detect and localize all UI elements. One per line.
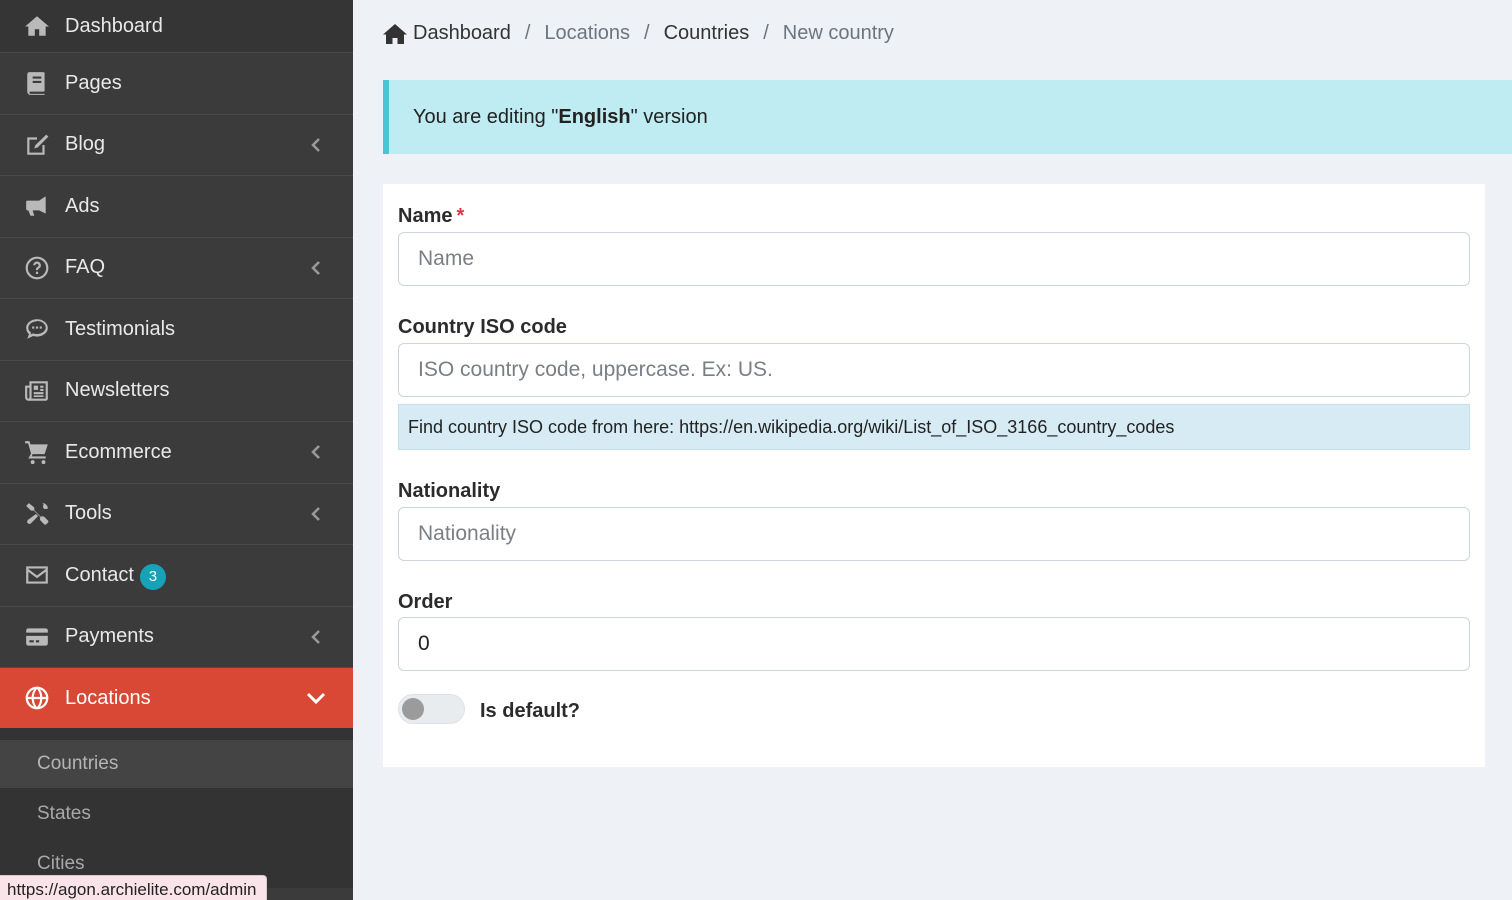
iso-code-input[interactable] <box>398 343 1470 397</box>
breadcrumb-locations[interactable]: Locations <box>544 22 630 45</box>
nationality-label: Nationality <box>398 480 501 502</box>
sidebar-item-faq[interactable]: FAQ <box>0 238 353 299</box>
iso-code-label: Country ISO code <box>398 316 567 338</box>
chevron-left-icon <box>309 259 323 277</box>
sidebar-item-blog[interactable]: Blog <box>0 115 353 176</box>
order-label: Order <box>398 591 453 613</box>
name-label: Name * <box>398 205 465 227</box>
submenu-item-states[interactable]: States <box>0 790 353 838</box>
shopping-cart-icon <box>24 439 50 465</box>
alert-prefix: You are editing " <box>413 105 559 128</box>
question-circle-icon <box>24 255 50 281</box>
sidebar-item-label: Locations <box>65 686 151 709</box>
bullhorn-icon <box>24 193 50 219</box>
sidebar-item-ads[interactable]: Ads <box>0 176 353 238</box>
breadcrumb-separator: / <box>763 22 769 44</box>
breadcrumb-dashboard[interactable]: Dashboard <box>413 22 511 45</box>
breadcrumb-separator: / <box>644 22 650 44</box>
sidebar-item-tools[interactable]: Tools <box>0 484 353 545</box>
tools-icon <box>24 501 50 527</box>
book-icon <box>24 70 50 96</box>
breadcrumb-current: New country <box>782 22 894 44</box>
credit-card-icon <box>24 624 50 650</box>
sidebar-item-label: FAQ <box>65 256 106 279</box>
chevron-left-icon <box>309 136 323 154</box>
home-icon <box>383 23 407 45</box>
breadcrumb-countries[interactable]: Countries <box>664 22 750 45</box>
chevron-left-icon <box>309 443 323 461</box>
sidebar-item-label: Payments <box>65 625 154 648</box>
breadcrumb-separator: / <box>524 22 531 44</box>
globe-icon <box>24 685 50 711</box>
breadcrumb: Dashboard / Locations / Countries / New … <box>383 22 894 45</box>
iso-code-help: Find country ISO code from here: https:/… <box>398 404 1470 450</box>
sidebar-item-label: Dashboard <box>65 14 163 37</box>
country-form: Name* Country ISO code Find country ISO … <box>383 184 1485 767</box>
sidebar-item-label: Blog <box>65 133 106 156</box>
sidebar-item-label: Testimonials <box>65 317 176 340</box>
sidebar-item-label: Newsletters <box>65 379 170 402</box>
main-content: Dashboard / Locations / Countries / New … <box>353 0 1512 900</box>
sidebar-item-locations[interactable]: Locations <box>0 668 353 728</box>
edit-icon <box>24 132 50 158</box>
sidebar-item-contact[interactable]: Contact 3 <box>0 545 353 607</box>
submenu-item-countries[interactable]: Countries <box>0 740 353 788</box>
chevron-left-icon <box>309 628 323 646</box>
sidebar-item-payments[interactable]: Payments <box>0 607 353 668</box>
sidebar-item-label: Contact <box>65 563 134 586</box>
sidebar-item-dashboard[interactable]: Dashboard <box>0 0 353 53</box>
is-default-toggle[interactable] <box>398 694 465 724</box>
language-alert: You are editing " English " version <box>383 80 1512 154</box>
nationality-input[interactable] <box>398 507 1470 561</box>
comment-dots-icon <box>24 316 50 342</box>
alert-suffix: " version <box>630 105 708 128</box>
chevron-down-icon <box>305 689 327 707</box>
envelope-icon <box>24 562 50 588</box>
sidebar-item-pages[interactable]: Pages <box>0 53 353 115</box>
sidebar-item-testimonials[interactable]: Testimonials <box>0 299 353 361</box>
home-icon <box>24 13 50 39</box>
sidebar-item-label: Ads <box>65 194 100 217</box>
locations-submenu: Countries States Cities <box>0 728 353 888</box>
sidebar-item-label: Pages <box>65 71 122 94</box>
sidebar-item-label: Ecommerce <box>65 440 172 463</box>
alert-language: English <box>558 105 631 128</box>
name-input[interactable] <box>398 232 1470 286</box>
newspaper-icon <box>24 378 50 404</box>
status-bar-url: https://agon.archielite.com/admin <box>0 875 268 900</box>
required-mark: * <box>456 205 465 227</box>
sidebar-item-newsletters[interactable]: Newsletters <box>0 361 353 422</box>
is-default-label: Is default? <box>480 700 581 722</box>
sidebar-item-label: Tools <box>65 502 112 525</box>
sidebar-item-ecommerce[interactable]: Ecommerce <box>0 422 353 484</box>
toggle-knob <box>402 698 424 720</box>
order-input[interactable] <box>398 617 1470 671</box>
contact-count-badge: 3 <box>139 563 166 590</box>
chevron-left-icon <box>309 505 323 523</box>
sidebar: Dashboard Pages Blog Ads FAQ Testimonial… <box>0 0 353 900</box>
